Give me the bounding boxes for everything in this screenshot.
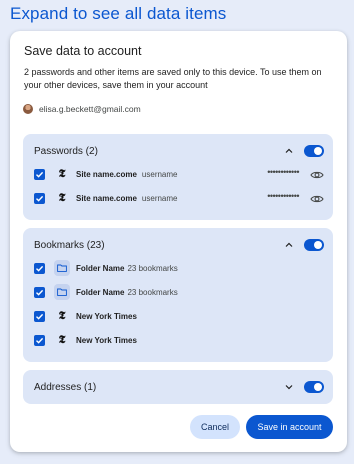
dialog-title: Save data to account xyxy=(24,44,142,58)
password-item-checkbox[interactable] xyxy=(34,192,45,204)
nyt-favicon-icon: 𝕿 xyxy=(58,191,66,204)
bookmark-item: Folder Name 23 bookmarks xyxy=(34,260,333,276)
password-item-checkbox[interactable] xyxy=(34,168,45,180)
addresses-toggle[interactable] xyxy=(304,381,324,393)
avatar xyxy=(23,104,33,114)
password-item-username: username xyxy=(141,193,178,203)
password-item-username: username xyxy=(141,169,178,179)
save-in-account-button[interactable]: Save in account xyxy=(246,415,333,439)
passwords-section: Passwords (2) 𝕿 Site name.come username … xyxy=(23,134,333,220)
dialog-description: 2 passwords and other items are saved on… xyxy=(24,67,322,90)
password-mask: •••••••••••• xyxy=(267,167,299,177)
eye-icon[interactable] xyxy=(310,168,324,180)
passwords-toggle[interactable] xyxy=(304,145,324,157)
bookmark-item-count: 23 bookmarks xyxy=(127,287,178,297)
bookmark-item: Folder Name 23 bookmarks xyxy=(34,284,333,300)
bookmark-item-name: Folder Name xyxy=(76,287,125,297)
account-row: elisa.g.beckett@gmail.com xyxy=(23,104,141,114)
password-item: 𝕿 Site name.come username •••••••••••• xyxy=(34,190,333,206)
chevron-up-icon[interactable] xyxy=(283,239,295,251)
nyt-favicon-icon: 𝕿 xyxy=(58,309,66,322)
bookmark-item-name: Folder Name xyxy=(76,263,125,273)
folder-icon xyxy=(54,260,70,276)
password-item-site: Site name.come xyxy=(76,169,137,179)
password-item: 𝕿 Site name.come username •••••••••••• xyxy=(34,166,333,182)
bookmark-item-checkbox[interactable] xyxy=(34,334,45,346)
chevron-down-icon[interactable] xyxy=(283,381,295,393)
addresses-section: Addresses (1) xyxy=(23,370,333,404)
nyt-favicon-icon: 𝕿 xyxy=(58,333,66,346)
bookmark-item-checkbox[interactable] xyxy=(34,262,45,274)
bookmarks-toggle[interactable] xyxy=(304,239,324,251)
password-mask: •••••••••••• xyxy=(267,191,299,201)
passwords-section-title: Passwords (2) xyxy=(34,145,98,157)
save-to-account-dialog: Save data to account 2 passwords and oth… xyxy=(10,31,347,452)
bookmark-item: 𝕿 New York Times xyxy=(34,332,333,348)
addresses-section-title: Addresses (1) xyxy=(34,381,97,393)
bookmark-item-count: 23 bookmarks xyxy=(127,263,178,273)
bookmarks-section-title: Bookmarks (23) xyxy=(34,239,105,251)
cancel-button[interactable]: Cancel xyxy=(190,415,240,439)
chevron-up-icon[interactable] xyxy=(283,145,295,157)
bookmark-item: 𝕿 New York Times xyxy=(34,308,333,324)
bookmarks-section: Bookmarks (23) Folder Name 23 bookmarks … xyxy=(23,228,333,362)
nyt-favicon-icon: 𝕿 xyxy=(58,167,66,180)
bookmark-item-checkbox[interactable] xyxy=(34,310,45,322)
bookmark-item-checkbox[interactable] xyxy=(34,286,45,298)
eye-icon[interactable] xyxy=(310,192,324,204)
page-heading: Expand to see all data items xyxy=(10,4,227,23)
bookmark-item-name: New York Times xyxy=(76,311,137,321)
password-item-site: Site name.come xyxy=(76,193,137,203)
bookmark-item-name: New York Times xyxy=(76,335,137,345)
account-email: elisa.g.beckett@gmail.com xyxy=(39,104,141,114)
folder-icon xyxy=(54,284,70,300)
